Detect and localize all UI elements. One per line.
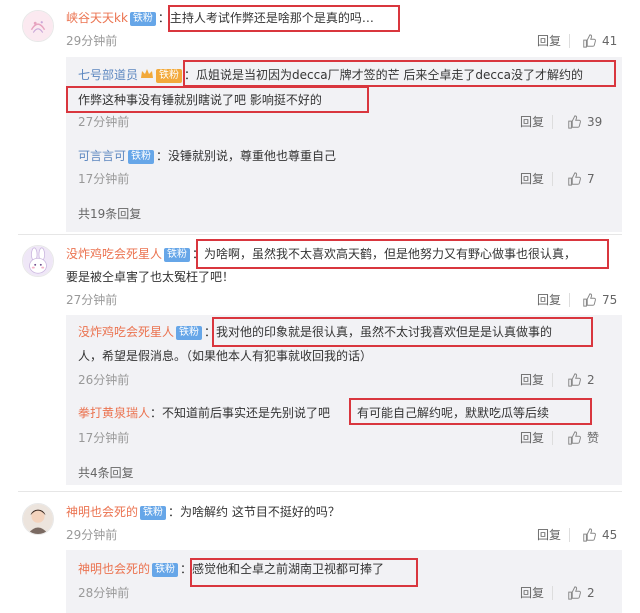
like-count: 2 bbox=[587, 373, 595, 387]
reply-button[interactable]: 回复 bbox=[520, 430, 544, 446]
more-replies-link[interactable]: 共4条回复 bbox=[78, 464, 134, 481]
thumbs-up-icon bbox=[568, 431, 581, 445]
timestamp: 26分钟前 bbox=[78, 373, 130, 387]
like-button[interactable]: 7 bbox=[567, 171, 595, 187]
like-count: 39 bbox=[587, 115, 603, 129]
reply-line: 神明也会死的 铁粉 ：感觉他和仝卓之前湖南卫视都可捧了 bbox=[78, 562, 385, 577]
fan-badge[interactable]: 铁粉 bbox=[152, 563, 179, 577]
divider bbox=[552, 431, 553, 445]
like-button[interactable]: 赞 bbox=[567, 430, 599, 446]
thumbs-up-icon bbox=[568, 115, 581, 129]
fan-badge[interactable]: 铁粉 bbox=[140, 506, 167, 520]
divider bbox=[552, 586, 553, 600]
like-button[interactable]: 39 bbox=[567, 114, 602, 130]
reply-button[interactable]: 回复 bbox=[520, 372, 544, 388]
timestamp: 17分钟前 bbox=[78, 172, 130, 186]
reply-line: 七号部道员 铁粉 ：瓜姐说是当初因为decca厂牌才签的芒 后来仝卓走了decca没… bbox=[78, 68, 583, 83]
comment-text: 主持人考试作弊还是啥那个是真的吗… bbox=[169, 11, 374, 25]
reply-button[interactable]: 回复 bbox=[537, 33, 561, 49]
timestamp: 29分钟前 bbox=[66, 528, 118, 542]
timestamp: 17分钟前 bbox=[78, 431, 130, 445]
reply-button[interactable]: 回复 bbox=[520, 171, 544, 187]
divider bbox=[552, 115, 553, 129]
like-count: 赞 bbox=[587, 431, 600, 445]
like-button[interactable]: 45 bbox=[582, 527, 617, 543]
reply-text: 我对他的印象就是很认真，虽然不太讨我喜欢但是是认真做事的 bbox=[216, 325, 553, 339]
comment-text: 为啥啊，虽然我不太喜欢高天鹤，但是他努力又有野心做事也很认真， bbox=[204, 247, 577, 261]
username-link[interactable]: 峡谷天天kk bbox=[66, 11, 128, 25]
comment-text: 为啥解约 这节目不挺好的吗？ bbox=[180, 505, 340, 519]
avatar-image bbox=[23, 11, 53, 41]
reply-text-continued: 人，希望是假消息。（如果他本人有犯事就收回我的话） bbox=[78, 349, 373, 363]
thumbs-up-icon bbox=[568, 172, 581, 186]
reply-line: 没炸鸡吃会死星人 铁粉 ：我对他的印象就是很认真，虽然不太讨我喜欢但是是认真做事的 bbox=[78, 325, 553, 340]
timestamp: 27分钟前 bbox=[66, 293, 118, 307]
separator bbox=[18, 234, 622, 235]
thumbs-up-icon bbox=[583, 34, 596, 48]
reply-text-continued: 作弊这种事没有锤就别瞎说了吧 影响挺不好的 bbox=[78, 93, 322, 107]
reply-line: 可言言可 铁粉 ：没锤就别说，尊重他也尊重自己 bbox=[78, 149, 337, 164]
divider bbox=[569, 34, 570, 48]
fan-badge[interactable]: 铁粉 bbox=[129, 12, 156, 26]
username-link[interactable]: 神明也会死的 bbox=[66, 505, 138, 519]
avatar[interactable] bbox=[22, 245, 54, 277]
reply-button[interactable]: 回复 bbox=[537, 527, 561, 543]
like-count: 45 bbox=[602, 528, 618, 542]
separator bbox=[18, 491, 622, 492]
username-link[interactable]: 可言言可 bbox=[78, 149, 126, 163]
reply-button[interactable]: 回复 bbox=[520, 585, 544, 601]
reply-text-highlighted: 有可能自己解约呢，默默吃瓜等后续 bbox=[357, 406, 550, 420]
avatar-image bbox=[23, 504, 53, 534]
fan-badge[interactable]: 铁粉 bbox=[156, 69, 183, 83]
username-link[interactable]: 没炸鸡吃会死星人 bbox=[66, 247, 162, 261]
comment-text-continued: 要是被仝卓害了也太冤枉了吧！ bbox=[66, 270, 235, 284]
username-link[interactable]: 七号部道员 bbox=[78, 68, 138, 82]
thumbs-up-icon bbox=[583, 293, 596, 307]
username-link[interactable]: 拳打黄泉瑞人 bbox=[78, 406, 150, 420]
like-count: 7 bbox=[587, 172, 595, 186]
username-link[interactable]: 没炸鸡吃会死星人 bbox=[78, 325, 174, 339]
like-count: 75 bbox=[602, 293, 618, 307]
divider bbox=[569, 293, 570, 307]
like-button[interactable]: 2 bbox=[567, 585, 595, 601]
username-link[interactable]: 神明也会死的 bbox=[78, 562, 150, 576]
divider bbox=[552, 172, 553, 186]
like-button[interactable]: 41 bbox=[582, 33, 617, 49]
thumbs-up-icon bbox=[568, 586, 581, 600]
timestamp: 29分钟前 bbox=[66, 34, 118, 48]
comment-line: 峡谷天天kk 铁粉 ：主持人考试作弊还是啥那个是真的吗… bbox=[66, 11, 374, 26]
avatar[interactable] bbox=[22, 10, 54, 42]
divider bbox=[552, 373, 553, 387]
like-button[interactable]: 2 bbox=[567, 372, 595, 388]
timestamp: 28分钟前 bbox=[78, 586, 130, 600]
reply-text: 感觉他和仝卓之前湖南卫视都可捧了 bbox=[192, 562, 385, 576]
fan-badge[interactable]: 铁粉 bbox=[164, 248, 191, 262]
like-button[interactable]: 75 bbox=[582, 292, 617, 308]
fan-badge[interactable]: 铁粉 bbox=[128, 150, 155, 164]
comment-line: 没炸鸡吃会死星人 铁粉 ：为啥啊，虽然我不太喜欢高天鹤，但是他努力又有野心做事也很认… bbox=[66, 247, 577, 262]
reply-text: 不知道前后事实还是先别说了吧 bbox=[162, 406, 331, 420]
reply-text: 瓜姐说是当初因为decca厂牌才签的芒 后来仝卓走了decca没了才解约的 bbox=[196, 68, 583, 82]
divider bbox=[569, 528, 570, 542]
avatar[interactable] bbox=[22, 503, 54, 535]
reply-button[interactable]: 回复 bbox=[520, 114, 544, 130]
avatar-image bbox=[23, 246, 53, 276]
thumbs-up-icon bbox=[568, 373, 581, 387]
more-replies-link[interactable]: 共19条回复 bbox=[78, 205, 141, 222]
thumbs-up-icon bbox=[583, 528, 596, 542]
comment-line: 神明也会死的 铁粉 ：为啥解约 这节目不挺好的吗？ bbox=[66, 505, 340, 520]
reply-button[interactable]: 回复 bbox=[537, 292, 561, 308]
like-count: 2 bbox=[587, 586, 595, 600]
reply-text: 没锤就别说，尊重他也尊重自己 bbox=[168, 149, 337, 163]
reply-line: 拳打黄泉瑞人：不知道前后事实还是先别说了吧 bbox=[78, 406, 331, 420]
crown-icon bbox=[141, 69, 154, 78]
like-count: 41 bbox=[602, 34, 618, 48]
timestamp: 27分钟前 bbox=[78, 115, 130, 129]
fan-badge[interactable]: 铁粉 bbox=[176, 326, 203, 340]
